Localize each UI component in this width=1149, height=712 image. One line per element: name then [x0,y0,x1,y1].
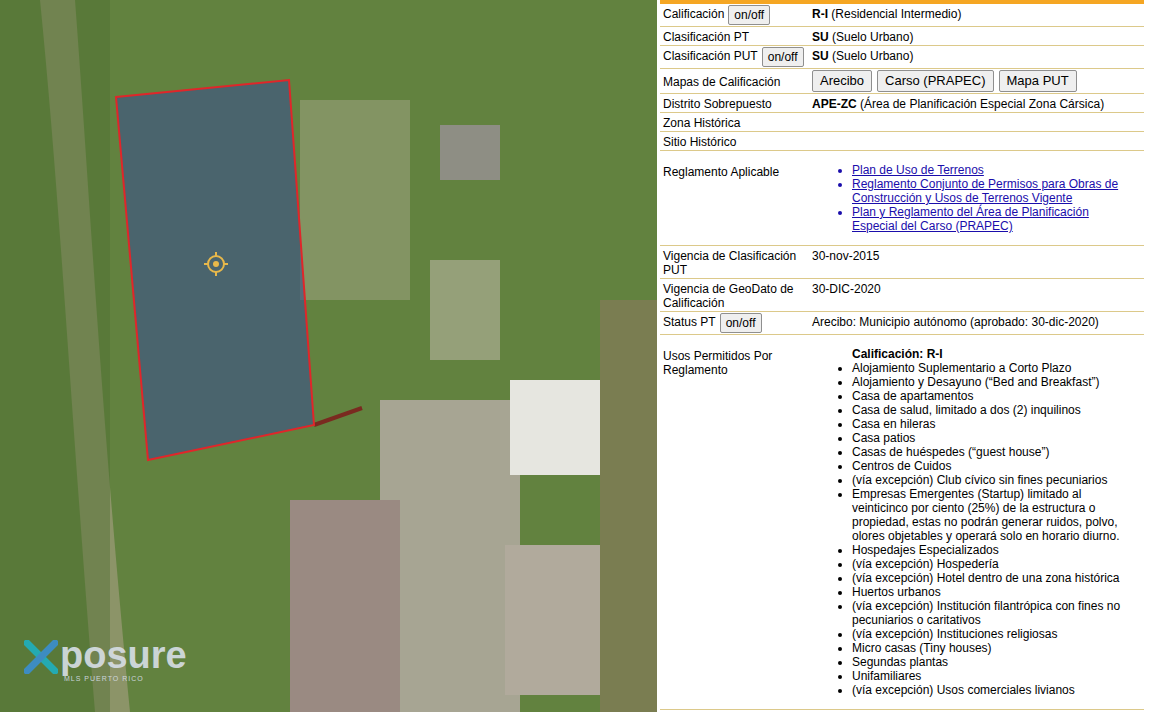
satellite-imagery [0,0,657,712]
use-item: Casa de apartamentos [852,389,1130,403]
toggle-button[interactable]: on/off [720,313,762,333]
use-item: Unifamiliares [852,669,1130,683]
detail-row: Clasificación PUTon/offSU (Suelo Urbano) [660,46,1144,69]
row-label: Zona Histórica [660,114,812,130]
uses-list: Alojamiento Suplementario a Corto PlazoA… [852,361,1130,697]
watermark: posureMLS PUERTO RICO [24,636,187,683]
row-value: R-I (Residencial Intermedio) [812,5,1144,25]
detail-row: Reglamento AplicablePlan de Uso de Terre… [660,151,1144,246]
row-label: Sitio Histórico [660,133,812,149]
use-item: (vía excepción) Instituciones religiosas [852,627,1130,641]
row-label: Usos Permitidos Por Reglamento [660,347,812,697]
map-button[interactable]: Mapa PUT [999,70,1077,92]
use-item: Alojamiento Suplementario a Corto Plazo [852,361,1130,375]
use-item: Casa de salud, limitado a dos (2) inquil… [852,403,1130,417]
row-label: Mapas de Calificación [660,73,812,89]
detail-row: Vigencia de Clasificación PUT30-nov-2015 [660,246,1144,279]
use-item: (vía excepción) Hospedería [852,557,1130,571]
use-item: Segundas plantas [852,655,1130,669]
use-item: Alojamiento y Desayuno (“Bed and Breakfa… [852,375,1130,389]
logo-x-icon [24,640,58,674]
use-item: Hospedajes Especializados [852,543,1130,557]
row-label: Clasificación PT [660,28,812,44]
row-value: SU (Suelo Urbano) [812,28,1144,44]
detail-row: Mapas de CalificaciónAreciboCarso (PRAPE… [660,69,1144,94]
use-item: (vía excepción) Institución filantrópica… [852,599,1130,627]
map-view[interactable]: posureMLS PUERTO RICO [0,0,657,712]
row-label: Calificaciónon/off [660,5,812,25]
row-value [812,133,1144,149]
use-item: (vía excepción) Club cívico sin fines pe… [852,473,1130,487]
target-icon [204,252,228,276]
detail-row: Vigencia de GeoDato de Calificación30-DI… [660,279,1144,312]
watermark-brand: posure [60,636,187,674]
parcel-polygon[interactable] [116,80,314,460]
uses-heading: Calificación: R-I [852,347,1130,361]
regulation-link[interactable]: Reglamento Conjunto de Permisos para Obr… [852,177,1126,205]
use-item: (vía excepción) Usos comerciales liviano… [852,683,1130,697]
detail-row: Calificaciónon/offR-I (Residencial Inter… [660,4,1144,27]
detail-row: Status PTon/offArecibo: Municipio autóno… [660,312,1144,335]
row-value: 30-nov-2015 [812,247,1144,277]
map-button[interactable]: Arecibo [812,70,872,92]
row-value: Arecibo: Municipio autónomo (aprobado: 3… [812,313,1144,333]
map-buttons: AreciboCarso (PRAPEC) Mapa PUT [812,70,1144,92]
regulation-list: Plan de Uso de TerrenosReglamento Conjun… [812,163,1144,233]
regulation-link[interactable]: Plan de Uso de Terrenos [852,163,1126,177]
app: posureMLS PUERTO RICOCalificaciónon/offR… [0,0,1149,712]
row-label: Distrito Sobrepuesto [660,95,812,111]
row-value: 30-DIC-2020 [812,280,1144,310]
toggle-button[interactable]: on/off [762,47,804,67]
row-label: Reglamento Aplicable [660,163,812,233]
row-label: Clasificación PUTon/off [660,47,812,67]
row-value: APE-ZC (Área de Planificación Especial Z… [812,95,1144,111]
uses-value: Calificación: R-IAlojamiento Suplementar… [812,347,1144,697]
use-item: Casa patios [852,431,1130,445]
use-item: Micro casas (Tiny houses) [852,641,1130,655]
use-item: Empresas Emergentes (Startup) limitado a… [852,487,1130,543]
toggle-button[interactable]: on/off [728,5,770,25]
detail-row: Distrito SobrepuestoAPE-ZC (Área de Plan… [660,94,1144,113]
row-value: SU (Suelo Urbano) [812,47,1144,67]
use-item: Casa en hileras [852,417,1130,431]
watermark-tagline: MLS PUERTO RICO [24,674,187,683]
regulation-link[interactable]: Plan y Reglamento del Área de Planificac… [852,205,1126,233]
detail-row: Usos Permitidos Por ReglamentoCalificaci… [660,335,1144,710]
use-item: Huertos urbanos [852,585,1130,599]
detail-row: Sitio Histórico [660,132,1144,151]
detail-row: Clasificación PTSU (Suelo Urbano) [660,27,1144,46]
row-value [812,114,1144,130]
use-item: Casas de huéspedes (“guest house”) [852,445,1130,459]
detail-row: Zona Histórica [660,113,1144,132]
row-label: Vigencia de GeoDato de Calificación [660,280,812,310]
use-item: (vía excepción) Hotel dentro de una zona… [852,571,1130,585]
row-label: Status PTon/off [660,313,812,333]
map-button[interactable]: Carso (PRAPEC) [877,70,993,92]
details-panel: Calificaciónon/offR-I (Residencial Inter… [657,0,1149,712]
use-item: Centros de Cuidos [852,459,1130,473]
row-label: Vigencia de Clasificación PUT [660,247,812,277]
